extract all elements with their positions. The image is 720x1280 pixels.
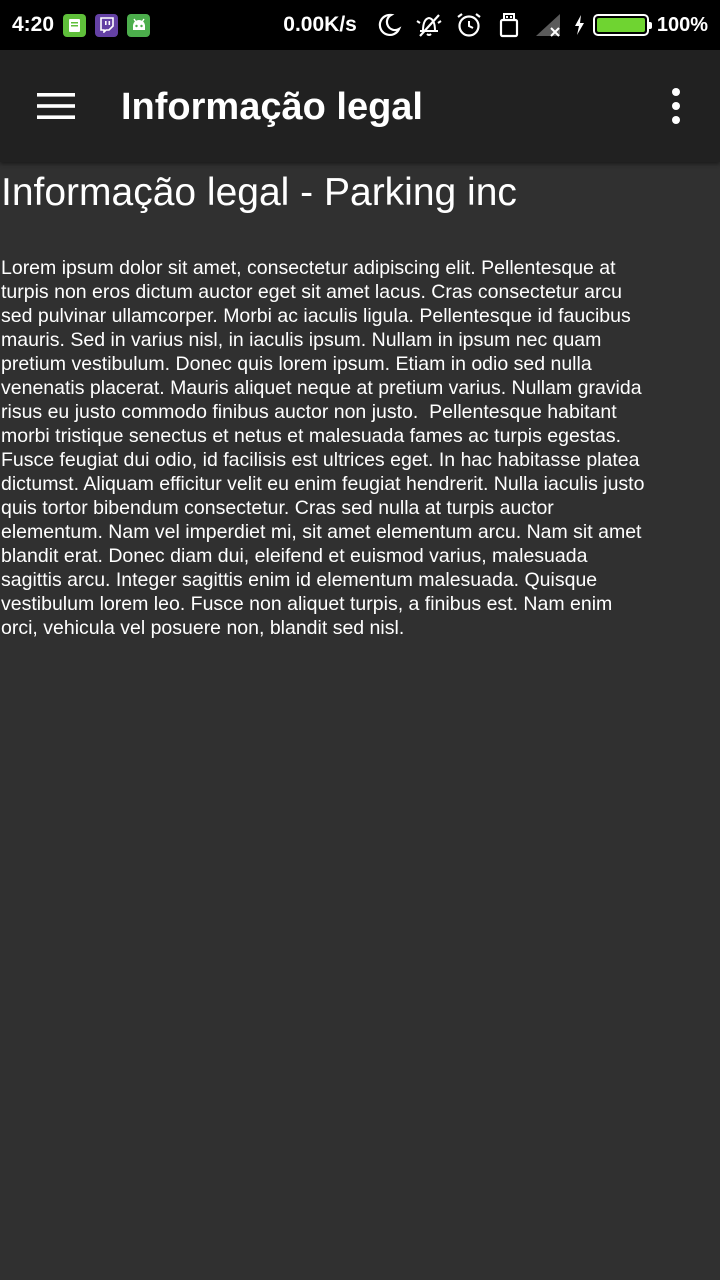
status-right: 0.00K/s 100% xyxy=(283,9,708,41)
notes-app-icon xyxy=(63,13,87,37)
alarm-icon xyxy=(453,9,485,41)
legal-text: Lorem ipsum dolor sit amet, consectetur … xyxy=(1,257,650,639)
charging-icon xyxy=(571,9,587,41)
vibrate-off-icon xyxy=(413,9,445,41)
battery-percent: 100% xyxy=(656,13,708,36)
android-app-icon xyxy=(127,13,151,37)
status-left: 4:20 xyxy=(12,13,151,37)
page-heading: Informação legal - Parking inc xyxy=(1,171,517,214)
content-area: Informação legal - Parking inc Lorem ips… xyxy=(0,162,720,640)
clock: 4:20 xyxy=(12,13,55,36)
app-bar-title: Informação legal xyxy=(121,86,423,128)
hamburger-menu-icon xyxy=(37,93,75,119)
overflow-menu-button[interactable] xyxy=(648,76,704,136)
battery-fill xyxy=(596,18,645,32)
app-bar: Informação legal xyxy=(0,50,720,162)
more-vert-icon xyxy=(672,88,680,124)
network-speed: 0.00K/s xyxy=(283,13,357,36)
twitch-icon xyxy=(95,13,119,37)
status-bar: 4:20 0.00K/s 100% xyxy=(0,0,720,50)
battery-indicator xyxy=(592,14,652,36)
signal-icon xyxy=(533,9,565,41)
storage-icon xyxy=(493,9,525,41)
menu-button[interactable] xyxy=(26,76,86,136)
moon-icon xyxy=(373,9,405,41)
